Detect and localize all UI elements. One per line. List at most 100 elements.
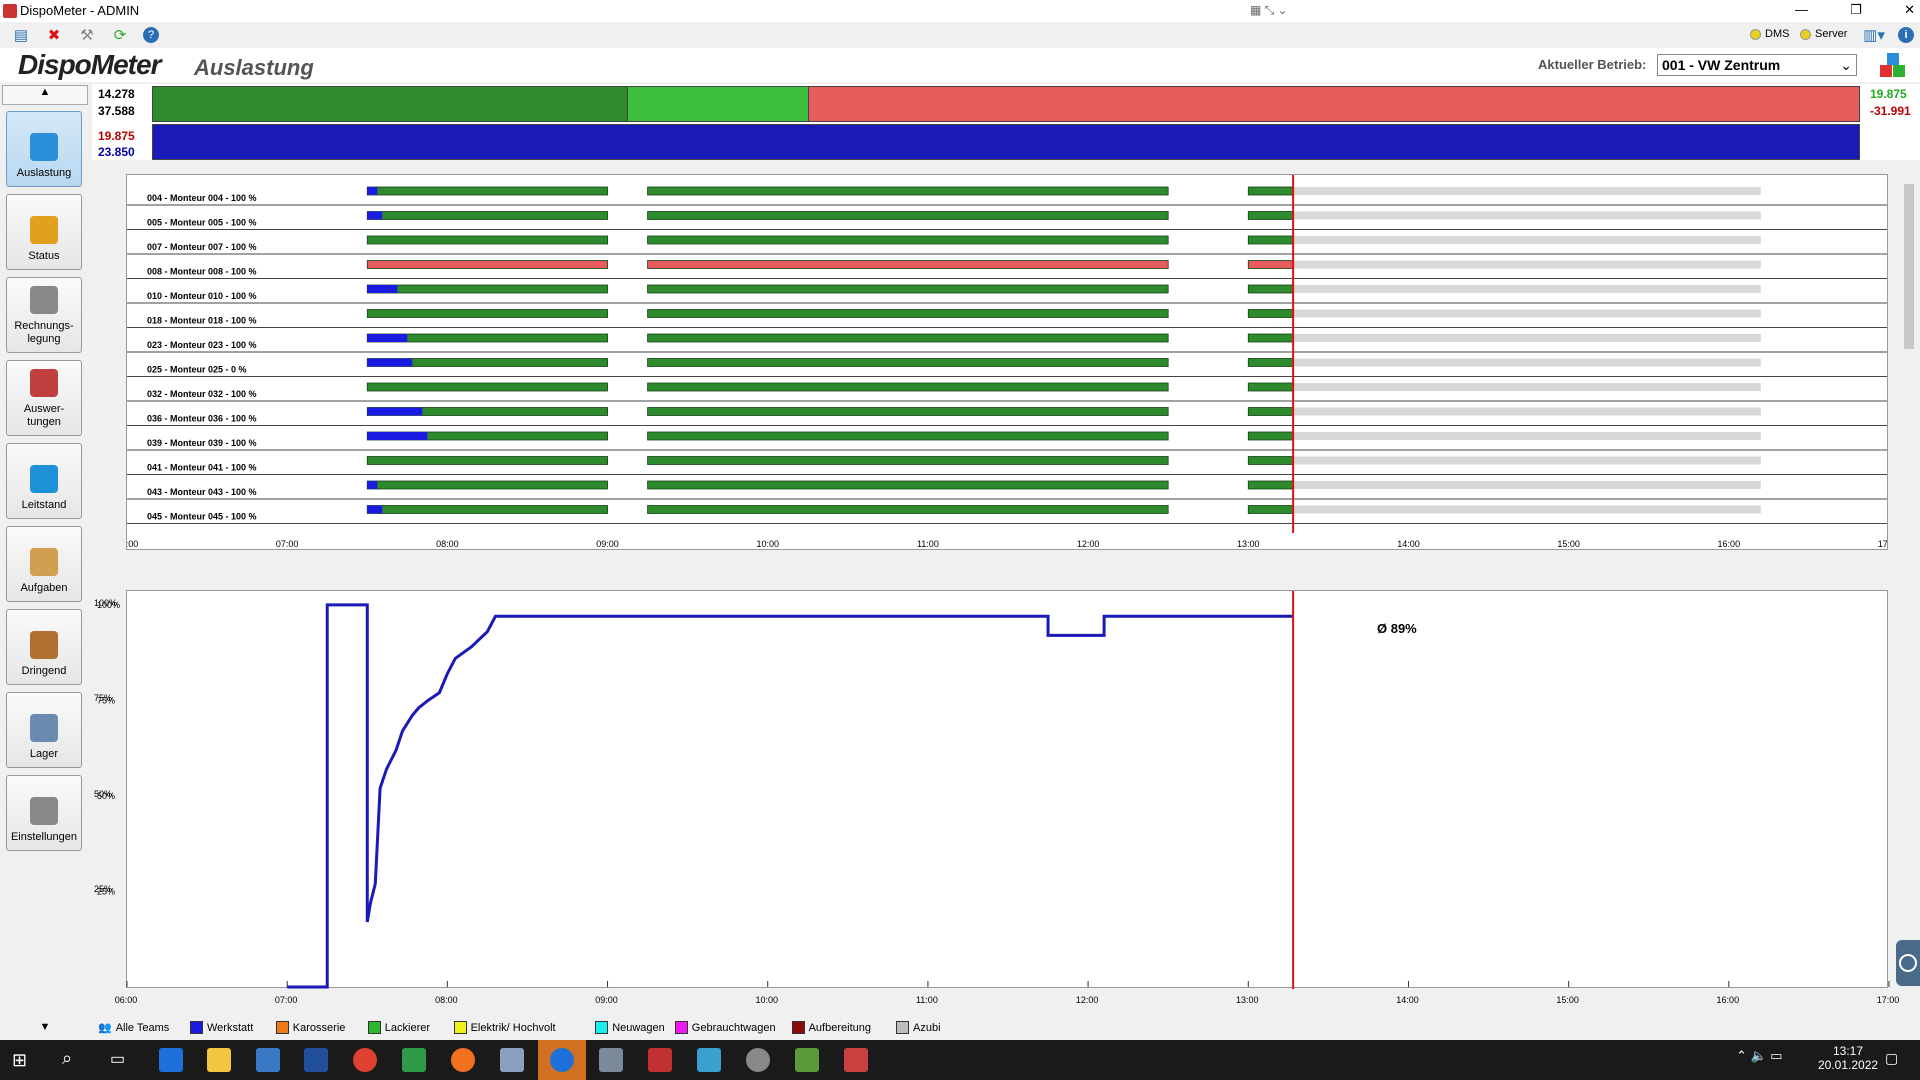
gantt-task-bar — [1247, 407, 1294, 416]
y-tick-label: 100% — [94, 597, 118, 608]
y-tick-label: 75% — [94, 693, 113, 704]
windows-start-icon[interactable]: ⊞ — [12, 1050, 32, 1070]
scroll-up-button[interactable]: ▲ — [2, 85, 88, 105]
gantt-planned-bar — [1293, 285, 1761, 293]
app-icon[interactable] — [256, 1048, 280, 1072]
sidebar-item-4[interactable]: Leitstand — [6, 443, 82, 519]
legend-item[interactable]: Aufbereitung — [791, 1021, 871, 1034]
gantt-planned-bar — [1293, 187, 1761, 195]
gantt-row-label: 010 - Monteur 010 - 100 % — [147, 291, 257, 301]
average-label: Ø 89% — [1377, 621, 1417, 636]
summary-value: 19.875 — [1870, 87, 1907, 101]
gantt-task-bar — [367, 407, 423, 416]
clock[interactable]: 13:17 20.01.2022 — [1818, 1044, 1878, 1072]
gantt-row-label: 008 - Monteur 008 - 100 % — [147, 267, 257, 277]
sidebar-item-label: Dringend — [21, 665, 67, 677]
gantt-planned-bar — [1293, 260, 1761, 269]
summary-panel: 14.278 37.588 19.875 23.850 19.875 -31.9… — [92, 84, 1920, 160]
legend-item[interactable]: Azubi — [896, 1021, 941, 1034]
powershell-icon[interactable] — [304, 1048, 328, 1072]
chrome-icon[interactable] — [353, 1048, 377, 1072]
gantt-task-bar — [1247, 431, 1294, 441]
notification-icon[interactable]: ▢ — [1885, 1050, 1898, 1067]
gantt-task-bar — [366, 309, 608, 318]
demand-bar — [152, 124, 1860, 160]
legend-item[interactable]: Neuwagen — [595, 1021, 665, 1034]
info-icon[interactable]: i — [1898, 27, 1914, 43]
sidebar-item-8[interactable]: Einstellungen — [6, 775, 82, 851]
settings-icon[interactable] — [746, 1048, 770, 1072]
legend-label: Elektrik/ Hochvolt — [470, 1021, 556, 1034]
task-view-icon[interactable]: ▭ — [110, 1049, 125, 1069]
gantt-task-bar — [647, 456, 1169, 465]
legend-item[interactable]: Elektrik/ Hochvolt — [453, 1021, 556, 1034]
gantt-planned-bar — [1293, 334, 1761, 342]
gantt-task-bar — [366, 211, 608, 220]
legend-label: Alle Teams — [115, 1021, 170, 1034]
gantt-time-tick: 10:00 — [756, 539, 779, 549]
maximize-button[interactable]: ❐ — [1850, 2, 1862, 18]
firefox-icon[interactable] — [451, 1048, 475, 1072]
gantt-task-bar — [647, 235, 1169, 245]
tray-icons[interactable]: ⌃ 🔈 ▭ — [1736, 1048, 1783, 1064]
sidebar-item-6[interactable]: Dringend — [6, 609, 82, 685]
sidebar-item-0[interactable]: Auslastung — [6, 111, 82, 187]
side-tab-handle[interactable] — [1896, 940, 1920, 986]
app-logo: DispoMeter — [18, 49, 161, 80]
app-icon[interactable] — [795, 1048, 819, 1072]
gantt-task-bar — [366, 505, 608, 514]
x-tick-label: 14:00 — [1396, 995, 1419, 1005]
gantt-row-label: 036 - Monteur 036 - 100 % — [147, 414, 257, 424]
betrieb-select[interactable]: 001 - VW Zentrum ⌄ — [1657, 54, 1857, 76]
layout-icon[interactable]: ▦ ⤡ ⌄ — [1250, 3, 1298, 19]
gantt-row-label: 043 - Monteur 043 - 100 % — [147, 487, 257, 497]
gantt-task-bar — [367, 432, 428, 440]
gantt-task-bar — [1247, 382, 1294, 392]
legend-item[interactable]: Gebrauchtwagen — [674, 1021, 776, 1034]
legend-item[interactable]: 👥 Alle Teams — [98, 1021, 170, 1035]
app-icon[interactable] — [402, 1048, 426, 1072]
app-icon[interactable] — [697, 1048, 721, 1072]
layout-menu-icon[interactable]: ▥▾ — [1860, 25, 1888, 45]
window-icon[interactable]: ▤ — [11, 25, 31, 45]
gantt-task-bar — [367, 358, 413, 367]
sidebar-item-7[interactable]: Lager — [6, 692, 82, 768]
legend-item[interactable]: Werkstatt — [190, 1021, 253, 1034]
close-icon[interactable]: ✖ — [44, 25, 64, 45]
scroll-down-button[interactable]: ▼ — [2, 1021, 88, 1039]
sidebar-item-3[interactable]: Auswer- tungen — [6, 360, 82, 436]
team-icon: 👥 — [98, 1022, 112, 1034]
help-icon[interactable]: ? — [143, 27, 159, 43]
sidebar-item-1[interactable]: Status — [6, 194, 82, 270]
toolbar: ▤ ✖ ⚒ ⟳ ? DMS Server ▥▾ i — [0, 22, 1920, 48]
sidebar-item-2[interactable]: Rechnungs- legung — [6, 277, 82, 353]
tools-icon[interactable]: ⚒ — [77, 25, 97, 45]
gantt-task-bar — [647, 480, 1169, 490]
search-icon[interactable]: ⌕ — [62, 1048, 72, 1069]
sidebar-item-label: Lager — [29, 748, 59, 760]
folder-icon[interactable] — [207, 1048, 231, 1072]
app-icon[interactable] — [500, 1048, 524, 1072]
capacity-bar — [152, 86, 1860, 122]
app-icon[interactable] — [648, 1048, 672, 1072]
teamviewer-icon[interactable] — [550, 1048, 574, 1072]
sidebar-item-5[interactable]: Aufgaben — [6, 526, 82, 602]
cubes-icon — [1878, 51, 1908, 81]
close-button[interactable]: ✕ — [1904, 2, 1915, 18]
legend-item[interactable]: Lackierer — [367, 1021, 430, 1034]
gantt-task-bar — [1247, 333, 1294, 343]
edge-icon[interactable] — [159, 1048, 183, 1072]
refresh-icon[interactable]: ⟳ — [110, 25, 130, 45]
capacity-segment — [627, 87, 809, 121]
gantt-scrollbar[interactable] — [1902, 172, 1916, 574]
gantt-task-bar — [367, 211, 383, 220]
gear-icon — [30, 797, 58, 825]
dispometer-taskbar-icon[interactable] — [844, 1048, 868, 1072]
x-tick-label: 10:00 — [755, 995, 778, 1005]
cubes-icon — [30, 133, 58, 161]
gantt-task-bar — [367, 505, 383, 514]
legend-item[interactable]: Karosserie — [275, 1021, 345, 1034]
app-icon[interactable] — [599, 1048, 623, 1072]
gantt-task-bar — [647, 309, 1169, 318]
minimize-button[interactable]: — — [1795, 2, 1808, 18]
